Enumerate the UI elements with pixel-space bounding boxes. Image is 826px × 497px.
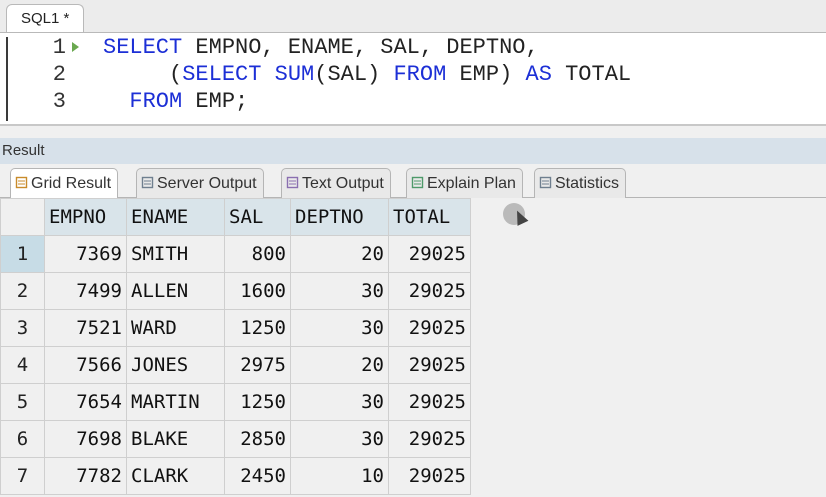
tab-grid-result[interactable]: Grid Result	[10, 168, 119, 199]
table-row[interactable]: 2 7499 ALLEN 1600 30 29025	[0, 272, 471, 310]
code-line[interactable]: FROM EMP;	[103, 89, 248, 115]
cell-ename[interactable]: WARD	[126, 309, 225, 347]
tab-label: Text Output	[302, 175, 384, 192]
cell-deptno[interactable]: 30	[290, 420, 389, 458]
result-tabs: Grid Result Server Output Text Output Expla…	[0, 166, 826, 199]
sql-keyword: FROM	[393, 62, 447, 87]
sql-text: TOTAL	[551, 62, 632, 87]
row-number[interactable]: 7	[0, 457, 45, 495]
sql-editor[interactable]: 1 SELECT EMPNO, ENAME, SAL, DEPTNO, 2 (SEL…	[0, 32, 826, 126]
tab-explain-plan[interactable]: Explain Plan	[406, 168, 523, 198]
table-row[interactable]: 4 7566 JONES 2975 20 29025	[0, 346, 471, 384]
cell-total[interactable]: 29025	[388, 235, 471, 273]
column-header-empno[interactable]: EMPNO	[44, 198, 127, 236]
cell-ename[interactable]: ALLEN	[126, 272, 225, 310]
sql-text: EMP)	[446, 62, 526, 87]
cell-empno[interactable]: 7782	[44, 457, 127, 495]
cell-ename[interactable]: JONES	[126, 346, 225, 384]
row-number[interactable]: 6	[0, 420, 45, 458]
sql-keyword: SUM	[274, 62, 315, 87]
line-number: 1	[52, 35, 66, 60]
cell-empno[interactable]: 7566	[44, 346, 127, 384]
sql-keyword: FROM	[129, 89, 183, 114]
cell-total[interactable]: 29025	[388, 309, 471, 347]
row-number[interactable]: 4	[0, 346, 45, 384]
server-output-icon	[141, 170, 154, 189]
cell-deptno[interactable]: 20	[290, 346, 389, 384]
line-number: 3	[52, 89, 66, 114]
cell-total[interactable]: 29025	[388, 383, 471, 421]
cell-empno[interactable]: 7499	[44, 272, 127, 310]
tab-statistics[interactable]: Statistics	[534, 168, 627, 198]
result-grid-area: EMPNO ENAME SAL DEPTNO TOTAL 1 7369 SMITH 800 20…	[0, 198, 826, 497]
cell-sal[interactable]: 1250	[224, 309, 291, 347]
column-header-sal[interactable]: SAL	[224, 198, 291, 236]
cell-sal[interactable]: 1250	[224, 383, 291, 421]
editor-tabstrip: SQL1 *	[0, 0, 826, 32]
column-header-total[interactable]: TOTAL	[388, 198, 471, 236]
grid-icon	[15, 170, 28, 189]
row-number[interactable]: 1	[0, 235, 45, 273]
grid-corner	[0, 198, 45, 236]
sql-keyword: SELECT	[103, 35, 183, 60]
tab-label: Explain Plan	[427, 175, 516, 192]
sql-keyword: AS	[525, 62, 552, 87]
sql-keyword: SELECT	[182, 62, 262, 87]
statistics-icon	[539, 170, 552, 189]
cell-sal[interactable]: 1600	[224, 272, 291, 310]
cell-sal[interactable]: 800	[224, 235, 291, 273]
cell-empno[interactable]: 7698	[44, 420, 127, 458]
cell-sal[interactable]: 2450	[224, 457, 291, 495]
cell-ename[interactable]: CLARK	[126, 457, 225, 495]
text-output-icon	[286, 170, 299, 189]
tab-label: Grid Result	[31, 175, 112, 192]
table-row[interactable]: 1 7369 SMITH 800 20 29025	[0, 235, 471, 273]
sql-text: EMPNO, ENAME, SAL, DEPTNO,	[182, 35, 539, 60]
result-panel-title: Result	[0, 138, 826, 164]
cell-empno[interactable]: 7369	[44, 235, 127, 273]
sql-text: EMP;	[182, 89, 249, 114]
explain-plan-icon	[411, 170, 424, 189]
tab-label: Statistics	[555, 175, 620, 192]
cell-deptno[interactable]: 30	[290, 309, 389, 347]
tab-text-output[interactable]: Text Output	[281, 168, 391, 198]
table-row[interactable]: 7 7782 CLARK 2450 10 29025	[0, 457, 471, 495]
cell-ename[interactable]: SMITH	[126, 235, 225, 273]
table-row[interactable]: 5 7654 MARTIN 1250 30 29025	[0, 383, 471, 421]
code-line[interactable]: SELECT EMPNO, ENAME, SAL, DEPTNO,	[103, 35, 539, 61]
sql-text: (SAL)	[314, 62, 394, 87]
table-row[interactable]: 3 7521 WARD 1250 30 29025	[0, 309, 471, 347]
cell-total[interactable]: 29025	[388, 272, 471, 310]
current-line-marker-icon	[72, 42, 79, 52]
cell-deptno[interactable]: 20	[290, 235, 389, 273]
cell-total[interactable]: 29025	[388, 346, 471, 384]
cell-ename[interactable]: BLAKE	[126, 420, 225, 458]
cell-sal[interactable]: 2975	[224, 346, 291, 384]
cell-deptno[interactable]: 10	[290, 457, 389, 495]
cell-total[interactable]: 29025	[388, 457, 471, 495]
cell-deptno[interactable]: 30	[290, 383, 389, 421]
row-number[interactable]: 2	[0, 272, 45, 310]
sql-text: (	[103, 62, 183, 87]
cell-sal[interactable]: 2850	[224, 420, 291, 458]
cell-total[interactable]: 29025	[388, 420, 471, 458]
row-number[interactable]: 3	[0, 309, 45, 347]
code-line[interactable]: (SELECT SUM(SAL) FROM EMP) AS TOTAL	[103, 62, 631, 88]
cell-empno[interactable]: 7654	[44, 383, 127, 421]
cell-deptno[interactable]: 30	[290, 272, 389, 310]
column-header-deptno[interactable]: DEPTNO	[290, 198, 389, 236]
result-grid: EMPNO ENAME SAL DEPTNO TOTAL 1 7369 SMITH 800 20…	[0, 198, 471, 495]
line-number: 2	[52, 62, 66, 87]
cell-empno[interactable]: 7521	[44, 309, 127, 347]
row-number[interactable]: 5	[0, 383, 45, 421]
editor-tab-sql1[interactable]: SQL1 *	[6, 4, 85, 32]
tab-label: Server Output	[157, 175, 257, 192]
cell-ename[interactable]: MARTIN	[126, 383, 225, 421]
table-row[interactable]: 6 7698 BLAKE 2850 30 29025	[0, 420, 471, 458]
column-header-ename[interactable]: ENAME	[126, 198, 225, 236]
tab-server-output[interactable]: Server Output	[136, 168, 264, 198]
